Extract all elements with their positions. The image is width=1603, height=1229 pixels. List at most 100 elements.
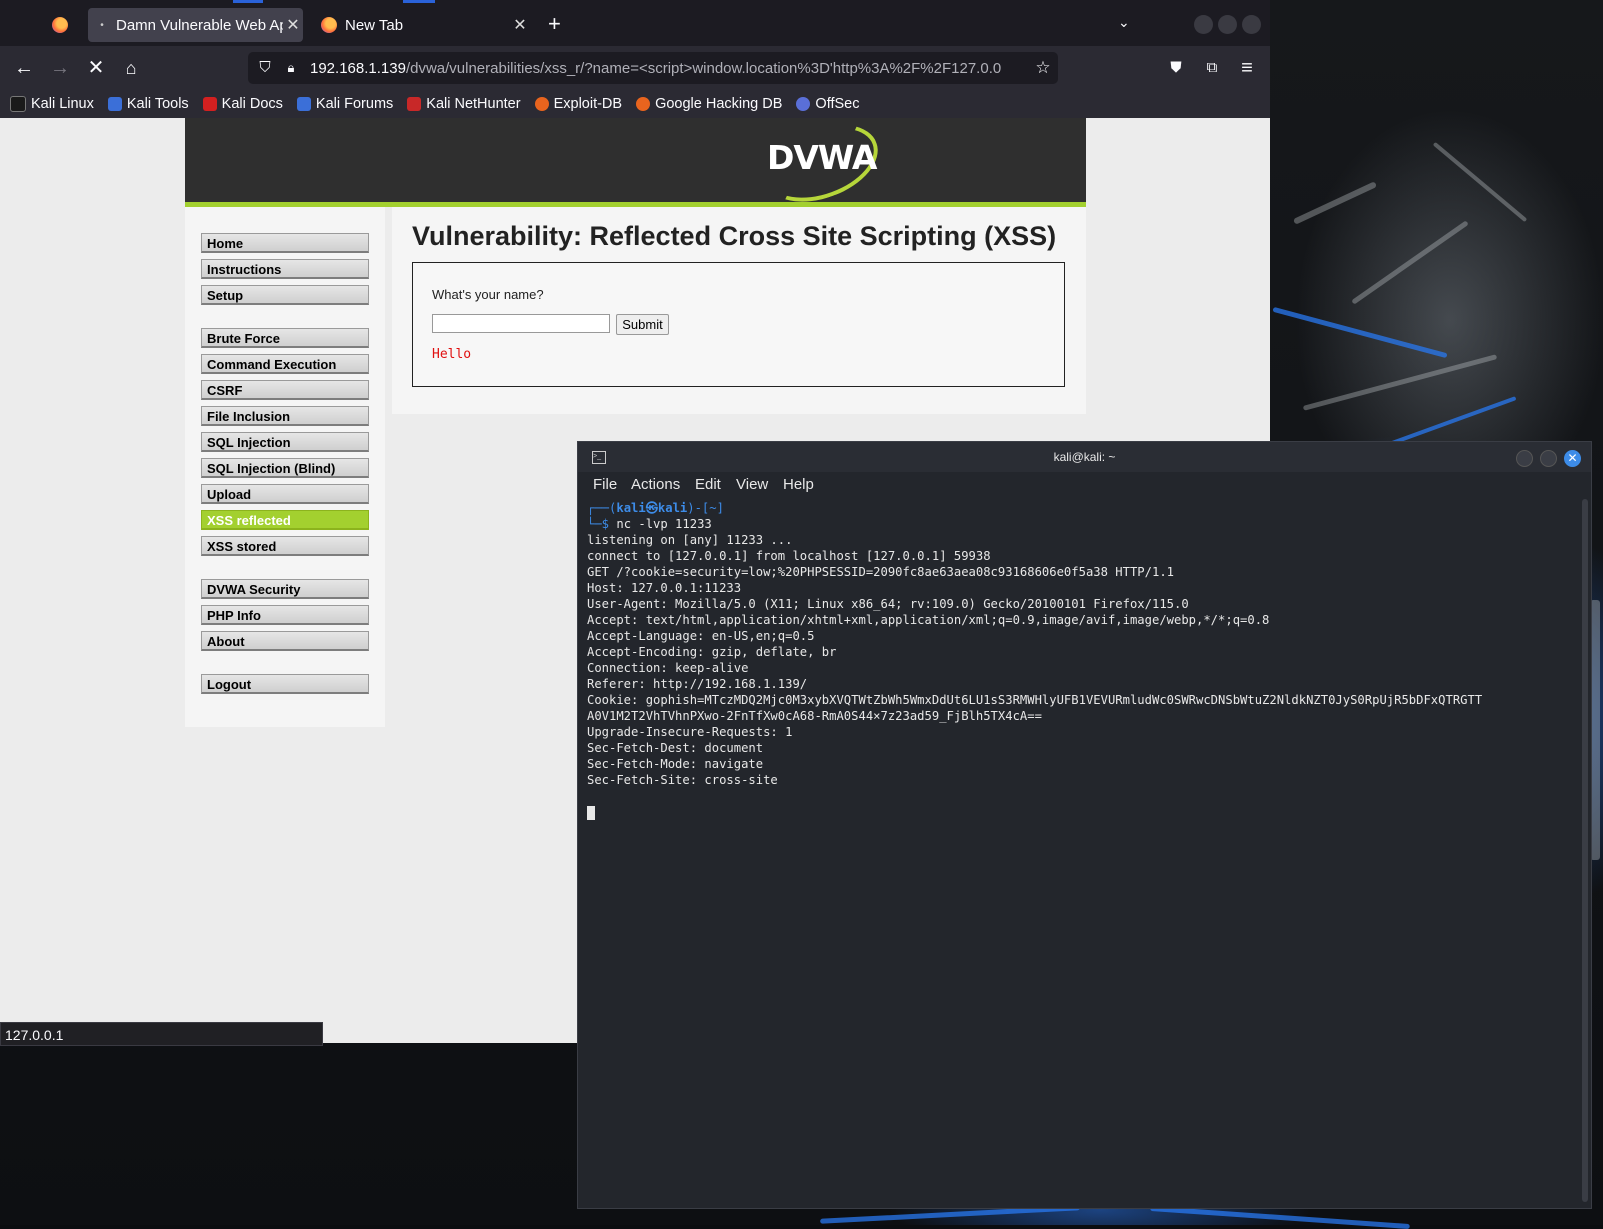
menu-item-about[interactable]: About <box>201 631 369 651</box>
cursor-line <box>587 804 1577 820</box>
wallpaper-streak <box>1302 354 1498 411</box>
terminal-menu-help[interactable]: Help <box>783 476 814 493</box>
prompt-line: ┌──(kali㉿kali)-[~] <box>587 500 1577 516</box>
back-arrow-icon[interactable]: ← <box>12 56 36 80</box>
kali-tools-icon <box>107 97 122 111</box>
menu-item-sql-injection[interactable]: SQL Injection <box>201 432 369 452</box>
menu-item-xss-stored[interactable]: XSS stored <box>201 536 369 556</box>
maximize-button[interactable] <box>1540 450 1557 467</box>
tab-new-tab[interactable]: New Tab ✕ <box>315 8 530 42</box>
output-line: GET /?cookie=security=low;%20PHPSESSID=2… <box>587 565 1174 579</box>
bookmark-offsec[interactable]: OffSec <box>796 96 859 112</box>
bookmark-label: Kali NetHunter <box>426 96 521 112</box>
stop-loading-icon[interactable]: ✕ <box>84 56 108 80</box>
output-line: Sec-Fetch-Mode: navigate <box>587 757 764 771</box>
terminal-scrollbar[interactable] <box>1582 499 1588 1202</box>
ghdb-icon <box>636 97 651 111</box>
terminal-output[interactable]: ┌──(kali㉿kali)-[~] └─$ nc -lvp 11233 liste… <box>587 500 1577 820</box>
menu-item-home[interactable]: Home <box>201 233 369 253</box>
vulnerable-form-box: What's your name? Submit Hello <box>412 262 1065 387</box>
page-title: Vulnerability: Reflected Cross Site Scri… <box>412 221 1057 251</box>
new-tab-plus-icon[interactable]: + <box>548 11 561 37</box>
close-window-button[interactable] <box>1242 15 1261 34</box>
bookmark-kali-forums[interactable]: Kali Forums <box>296 96 394 112</box>
bookmark-kali-docs[interactable]: Kali Docs <box>202 96 283 112</box>
menu-item-csrf[interactable]: CSRF <box>201 380 369 400</box>
prompt-symbol: └─$ <box>587 517 617 531</box>
url-text: 192.168.1.139/dvwa/vulnerabilities/xss_r… <box>310 60 1025 77</box>
output-line: Cookie: gophish=MTczMDQ2Mjc0M3xybXVQTWtZ… <box>587 693 1483 707</box>
chevron-down-icon[interactable]: ⌄ <box>1118 14 1130 31</box>
bookmark-label: Exploit-DB <box>553 96 623 112</box>
tab-indicator <box>233 0 263 3</box>
reflected-output: Hello <box>432 347 472 362</box>
output-line: Accept-Language: en-US,en;q=0.5 <box>587 629 815 643</box>
home-icon[interactable]: ⌂ <box>119 56 143 80</box>
bookmark-kali-nethunter[interactable]: Kali NetHunter <box>407 96 521 112</box>
star-icon[interactable]: ☆ <box>1034 59 1052 77</box>
shield-icon[interactable]: ⛉ <box>256 59 274 77</box>
minimize-button[interactable] <box>1516 450 1533 467</box>
output-line: connect to [127.0.0.1] from localhost [1… <box>587 549 991 563</box>
tab-bar: • Damn Vulnerable Web Ap ✕ New Tab ✕ + ⌄ <box>0 0 1270 46</box>
terminal-cursor <box>587 805 595 820</box>
offsec-icon <box>796 97 811 111</box>
menu-icon[interactable]: ≡ <box>1235 56 1259 80</box>
dvwa-logo: DVWA <box>767 138 877 177</box>
menu-item-php-info[interactable]: PHP Info <box>201 605 369 625</box>
terminal-title: kali@kali: ~ <box>1053 450 1116 464</box>
menu-item-command-execution[interactable]: Command Execution <box>201 354 369 374</box>
menu-item-xss-reflected[interactable]: XSS reflected <box>201 510 369 530</box>
bookmark-google-hacking-db[interactable]: Google Hacking DB <box>636 96 782 112</box>
terminal-menu-file[interactable]: File <box>593 476 617 493</box>
url-bar[interactable]: ⛉ 🔒︎ 192.168.1.139/dvwa/vulnerabilities/… <box>248 52 1058 84</box>
menu-item-file-inclusion[interactable]: File Inclusion <box>201 406 369 426</box>
prompt-dir: )-[~] <box>687 501 724 515</box>
bookmark-label: Kali Forums <box>315 96 394 112</box>
loading-dot-icon: • <box>100 19 104 31</box>
wallpaper-streak <box>1292 181 1378 225</box>
wallpaper-streak <box>1150 1205 1410 1229</box>
output-line: Connection: keep-alive <box>587 661 749 675</box>
submit-button[interactable]: Submit <box>616 314 669 335</box>
bookmarks-toolbar: Kali Linux Kali Tools Kali Docs Kali For… <box>0 90 1270 118</box>
pocket-icon[interactable]: ⛊ <box>1164 56 1188 80</box>
menu-item-brute-force[interactable]: Brute Force <box>201 328 369 348</box>
menu-item-upload[interactable]: Upload <box>201 484 369 504</box>
bookmark-label: Google Hacking DB <box>655 96 783 112</box>
bookmark-label: OffSec <box>815 96 860 112</box>
terminal-menu-actions[interactable]: Actions <box>631 476 680 493</box>
exploit-db-icon <box>534 97 549 111</box>
bookmark-exploit-db[interactable]: Exploit-DB <box>534 96 623 112</box>
close-icon[interactable]: ✕ <box>1564 450 1581 467</box>
menu-item-instructions[interactable]: Instructions <box>201 259 369 279</box>
maximize-button[interactable] <box>1218 15 1237 34</box>
name-input[interactable] <box>432 314 610 333</box>
nethunter-icon <box>407 97 422 111</box>
lock-icon[interactable]: 🔒︎ <box>282 59 300 77</box>
terminal-window: >_ kali@kali: ~ ✕ File Actions Edit View… <box>577 441 1592 1209</box>
terminal-menu-edit[interactable]: Edit <box>695 476 721 493</box>
bookmark-kali-linux[interactable]: Kali Linux <box>10 96 94 112</box>
forward-arrow-icon[interactable]: → <box>48 56 72 80</box>
bookmark-kali-tools[interactable]: Kali Tools <box>107 96 189 112</box>
tab-indicator <box>403 0 435 3</box>
tab-dvwa[interactable]: • Damn Vulnerable Web Ap ✕ <box>88 8 303 42</box>
menu-item-dvwa-security[interactable]: DVWA Security <box>201 579 369 599</box>
terminal-titlebar[interactable]: >_ kali@kali: ~ ✕ <box>578 442 1591 472</box>
close-icon[interactable]: ✕ <box>510 15 530 35</box>
url-path: /dvwa/vulnerabilities/xss_r/?name=<scrip… <box>405 60 1002 77</box>
menu-item-logout[interactable]: Logout <box>201 674 369 694</box>
terminal-menu-view[interactable]: View <box>736 476 768 493</box>
firefox-view-icon[interactable] <box>52 17 68 33</box>
output-line: User-Agent: Mozilla/5.0 (X11; Linux x86_… <box>587 597 1189 611</box>
output-line: Upgrade-Insecure-Requests: 1 <box>587 725 793 739</box>
minimize-button[interactable] <box>1194 15 1213 34</box>
output-line: Sec-Fetch-Dest: document <box>587 741 764 755</box>
menu-item-setup[interactable]: Setup <box>201 285 369 305</box>
menu-item-sql-injection-blind[interactable]: SQL Injection (Blind) <box>201 458 369 478</box>
tab-title: Damn Vulnerable Web Ap <box>116 16 283 34</box>
extensions-icon[interactable]: ⧉ <box>1200 56 1224 80</box>
close-icon[interactable]: ✕ <box>283 15 303 35</box>
